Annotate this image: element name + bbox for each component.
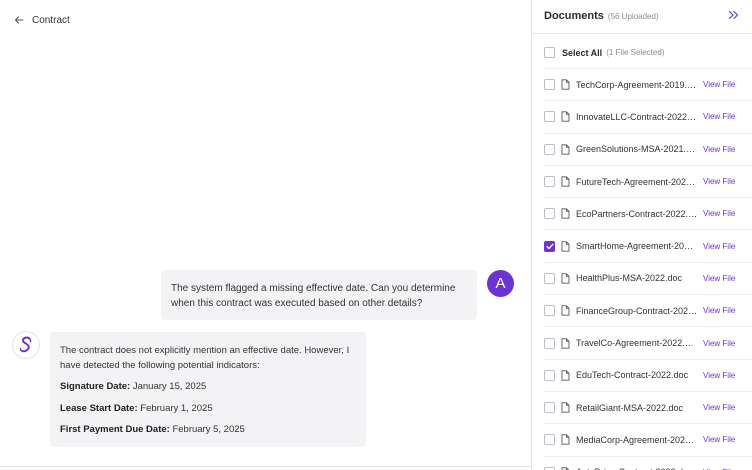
document-checkbox[interactable] xyxy=(544,272,555,284)
file-name[interactable]: MediaCorp-Agreement-2022.docx xyxy=(576,435,698,445)
document-checkbox[interactable] xyxy=(544,111,555,123)
file-name[interactable]: HealthPlus-MSA-2022.doc xyxy=(576,273,698,283)
document-checkbox[interactable] xyxy=(544,305,555,317)
documents-panel: Documents (56 Uploaded) Select All (1 Fi… xyxy=(531,0,752,470)
document-row[interactable]: AutoDrive-Contract-2022.docxView File xyxy=(544,455,752,470)
view-file-link[interactable]: View File xyxy=(703,274,735,283)
document-checkbox[interactable] xyxy=(544,402,555,414)
document-checkbox[interactable] xyxy=(544,369,555,381)
file-icon xyxy=(561,79,571,90)
document-checkbox[interactable] xyxy=(544,434,555,446)
indicator-label: First Payment Due Date: xyxy=(60,424,170,435)
document-row[interactable]: RetailGiant-MSA-2022.doc View File xyxy=(544,390,752,423)
arrow-left-icon[interactable] xyxy=(12,13,26,27)
file-icon xyxy=(561,176,571,187)
file-name[interactable]: RetailGiant-MSA-2022.doc xyxy=(576,403,698,413)
file-name[interactable]: TravelCo-Agreement-2022.docx xyxy=(576,338,698,348)
file-name[interactable]: FutureTech-Agreement-2022.docx xyxy=(576,177,698,187)
document-row[interactable]: EcoPartners-Contract-2022.docx View File xyxy=(544,197,752,229)
user-avatar: A xyxy=(487,270,514,297)
document-checkbox[interactable] xyxy=(544,143,555,155)
file-icon xyxy=(561,208,571,219)
view-file-link[interactable]: View File xyxy=(703,435,735,444)
view-file-link[interactable]: View File xyxy=(703,145,735,154)
page-title: Contract xyxy=(32,14,70,26)
document-checkbox[interactable] xyxy=(544,240,555,252)
document-row[interactable]: SmartHome-Agreement-2022.docx View File xyxy=(544,229,752,261)
assistant-intro: The contract does not explicitly mention… xyxy=(60,345,350,371)
view-file-link[interactable]: View File xyxy=(703,177,735,186)
view-file-link[interactable]: View File xyxy=(703,242,735,251)
assistant-logo-icon xyxy=(12,331,40,359)
file-name[interactable]: EduTech-Contract-2022.doc xyxy=(576,370,698,380)
view-file-link[interactable]: View File xyxy=(703,339,735,348)
file-icon xyxy=(561,402,571,413)
file-icon xyxy=(561,305,571,316)
file-icon xyxy=(561,144,571,155)
document-row[interactable]: HealthPlus-MSA-2022.doc View File xyxy=(544,261,752,294)
view-file-link[interactable]: View File xyxy=(703,306,735,315)
file-icon xyxy=(561,370,571,381)
indicator-value: January 15, 2025 xyxy=(132,381,207,392)
file-icon xyxy=(561,273,571,284)
file-icon xyxy=(561,337,571,349)
document-row[interactable]: FutureTech-Agreement-2022.docx View File xyxy=(544,164,752,197)
divider xyxy=(0,466,531,467)
indicator-label: Signature Date: xyxy=(60,381,131,392)
upload-count: (56 Uploaded) xyxy=(607,12,659,21)
indicator-label: Lease Start Date: xyxy=(60,402,138,414)
document-checkbox[interactable] xyxy=(544,208,555,220)
file-name[interactable]: FinanceGroup-Contract-2022.docx xyxy=(576,306,698,316)
select-all[interactable]: Select All (1 File Selected) xyxy=(544,46,664,59)
document-row[interactable]: TechCorp-Agreement-2019.docx View File xyxy=(544,68,752,100)
back-nav[interactable]: Contract xyxy=(12,11,70,29)
view-file-link[interactable]: View File xyxy=(703,371,735,380)
selected-count: (1 File Selected) xyxy=(606,48,665,57)
document-row[interactable]: GreenSolutions-MSA-2021.docx View File xyxy=(544,132,752,165)
indicator-value: February 5, 2025 xyxy=(172,424,245,435)
document-list: TechCorp-Agreement-2019.docx View File Inn… xyxy=(532,68,752,470)
file-name[interactable]: InnovateLLC-Contract-2022.docx xyxy=(576,112,698,122)
view-file-link[interactable]: View File xyxy=(703,209,735,218)
chat-area: Contract The system flagged a missing ef… xyxy=(0,0,531,470)
divider xyxy=(532,33,752,34)
view-file-link[interactable]: View File xyxy=(703,80,735,89)
collapse-panel-icon[interactable] xyxy=(726,8,740,22)
panel-header: Documents (56 Uploaded) xyxy=(544,10,744,26)
indicator-value: February 1, 2025 xyxy=(140,402,213,414)
file-name[interactable]: SmartHome-Agreement-2022.docx xyxy=(576,241,698,251)
select-all-label: Select All xyxy=(562,47,603,58)
view-file-link[interactable]: View File xyxy=(703,403,735,412)
indicator-line: Signature Date: January 15, 2025 xyxy=(60,379,356,394)
document-row[interactable]: TravelCo-Agreement-2022.docx View File xyxy=(544,326,752,358)
file-icon xyxy=(561,240,571,252)
panel-title: Documents xyxy=(544,10,604,22)
document-checkbox[interactable] xyxy=(544,337,555,349)
file-name[interactable]: GreenSolutions-MSA-2021.docx xyxy=(576,144,698,154)
document-row[interactable]: EduTech-Contract-2022.doc View File xyxy=(544,358,752,391)
view-file-link[interactable]: View File xyxy=(703,112,735,121)
document-row[interactable]: FinanceGroup-Contract-2022.docx View File xyxy=(544,294,752,326)
file-name[interactable]: EcoPartners-Contract-2022.docx xyxy=(576,209,698,219)
document-row[interactable]: MediaCorp-Agreement-2022.docx View File xyxy=(544,423,752,455)
document-row[interactable]: InnovateLLC-Contract-2022.docx View File xyxy=(544,100,752,132)
user-message: The system flagged a missing effective d… xyxy=(161,270,477,320)
indicator-line: Lease Start Date: February 1, 2025 xyxy=(60,401,356,416)
assistant-message: The contract does not explicitly mention… xyxy=(50,332,366,447)
document-checkbox[interactable] xyxy=(544,176,555,188)
document-checkbox[interactable] xyxy=(544,79,555,91)
file-icon xyxy=(561,434,571,446)
check-icon xyxy=(545,243,554,249)
file-name[interactable]: TechCorp-Agreement-2019.docx xyxy=(576,80,698,90)
file-icon xyxy=(561,111,571,123)
select-all-checkbox[interactable] xyxy=(544,47,555,58)
indicator-line: First Payment Due Date: February 5, 2025 xyxy=(60,422,356,437)
